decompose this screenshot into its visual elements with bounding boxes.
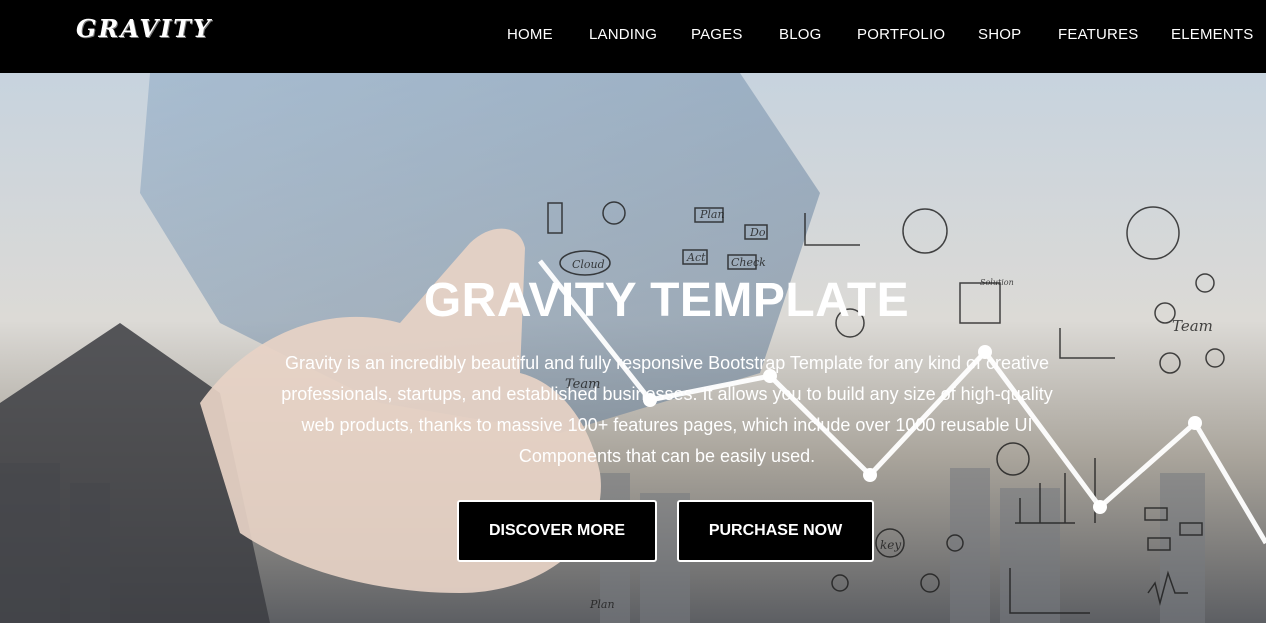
nav-item-pages[interactable]: PAGES [691, 26, 743, 43]
nav-item-elements[interactable]: ELEMENTS [1171, 26, 1253, 43]
discover-more-button[interactable]: DISCOVER MORE [457, 500, 657, 562]
hero-section: Cloud Plan Do Act Check Team Team key So… [0, 73, 1266, 623]
svg-text:Cloud: Cloud [572, 258, 605, 271]
svg-text:Do: Do [749, 226, 766, 239]
nav-item-features[interactable]: FEATURES [1058, 26, 1139, 43]
svg-text:Act: Act [686, 251, 706, 264]
svg-text:Check: Check [731, 256, 766, 269]
nav-item-landing[interactable]: LANDING [589, 26, 657, 43]
nav-item-shop[interactable]: SHOP [978, 26, 1021, 43]
svg-text:Plan: Plan [589, 598, 615, 611]
svg-text:key: key [880, 538, 901, 552]
purchase-now-button[interactable]: PURCHASE NOW [677, 500, 874, 562]
top-navbar: GRAVITY HOME LANDING PAGES BLOG PORTFOLI… [0, 0, 1266, 73]
nav-item-home[interactable]: HOME [507, 26, 553, 43]
svg-text:Plan: Plan [699, 208, 725, 221]
hero-description: Gravity is an incredibly beautiful and f… [281, 353, 1053, 466]
nav-item-blog[interactable]: BLOG [779, 26, 821, 43]
nav-item-portfolio[interactable]: PORTFOLIO [857, 26, 945, 43]
hero-title: GRAVITY TEMPLATE [423, 274, 910, 327]
site-logo[interactable]: GRAVITY [76, 14, 212, 43]
